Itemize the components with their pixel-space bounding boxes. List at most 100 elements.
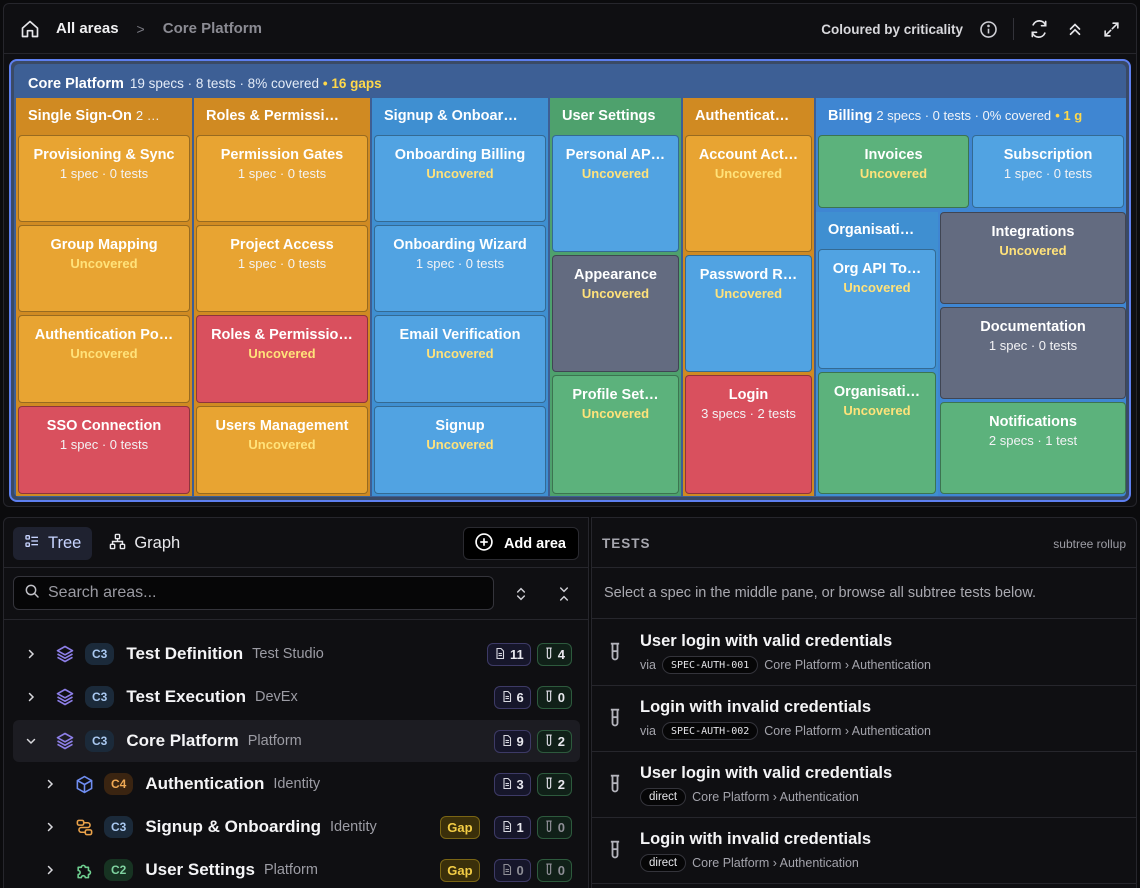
chevron-right-icon[interactable] <box>23 689 39 705</box>
tile-status: Uncovered <box>248 437 316 452</box>
tile-subscription[interactable]: Subscription 1 spec · 0 tests <box>972 135 1124 208</box>
tree-row-signup-onboarding[interactable]: C3 Signup & Onboarding Identity Gap 1 0 <box>13 806 580 848</box>
group-organisation[interactable]: Organisati… Org API To… Uncovered Organis… <box>816 212 938 496</box>
tree-row-user-settings[interactable]: C2 User Settings Platform Gap 0 0 <box>13 849 580 888</box>
search-input[interactable] <box>48 584 468 602</box>
test-title: User login with valid credentials <box>640 764 893 782</box>
chevron-right-icon[interactable] <box>42 819 58 835</box>
collapse-up-icon[interactable] <box>1064 18 1086 40</box>
home-icon[interactable] <box>20 19 40 39</box>
expand-all-icon[interactable] <box>511 584 531 604</box>
test-item[interactable]: Login with invalid credentials direct Co… <box>592 818 1136 884</box>
via-label: via <box>640 724 656 738</box>
test-tube-icon <box>544 776 554 793</box>
treemap-stats: 19 specs · 8 tests · 8% covered <box>129 76 319 91</box>
tile-name: Roles & Permissio… <box>211 327 353 343</box>
tile-name: Notifications <box>989 414 1077 430</box>
search-box[interactable] <box>13 576 494 610</box>
tile-appearance[interactable]: Appearance Uncovered <box>552 255 679 372</box>
group-user-settings[interactable]: User Settings Personal AP… Uncovered Appe… <box>550 98 681 496</box>
tile-password-reset[interactable]: Password R… Uncovered <box>685 255 812 372</box>
group-title: Organisati… <box>828 222 915 238</box>
refresh-icon[interactable] <box>1028 18 1050 40</box>
tile-integrations[interactable]: Integrations Uncovered <box>940 212 1126 304</box>
breadcrumb: All areas > Core Platform <box>20 19 262 39</box>
chevron-right-icon[interactable] <box>23 646 39 662</box>
tile-provisioning-sync[interactable]: Provisioning & Sync 1 spec · 0 tests <box>18 135 190 222</box>
tile-authentication-policy[interactable]: Authentication Po… Uncovered <box>18 315 190 403</box>
tile-account-activation[interactable]: Account Act… Uncovered <box>685 135 812 252</box>
tile-name: Organisati… <box>833 384 921 400</box>
info-icon[interactable] <box>977 18 999 40</box>
tab-tree[interactable]: Tree <box>13 527 93 560</box>
chevron-right-icon[interactable] <box>42 776 58 792</box>
tile-name: Onboarding Wizard <box>393 237 527 253</box>
expand-icon[interactable] <box>1100 18 1122 40</box>
test-meta: via SPEC-AUTH-002 Core Platform › Authen… <box>640 722 931 740</box>
tile-permission-gates[interactable]: Permission Gates 1 spec · 0 tests <box>196 135 368 222</box>
group-roles-permissions[interactable]: Roles & Permissi… Permission Gates 1 spec… <box>194 98 370 496</box>
tile-email-verification[interactable]: Email Verification Uncovered <box>374 315 546 403</box>
area-name: Core Platform <box>126 731 239 750</box>
tile-profile-settings[interactable]: Profile Set… Uncovered <box>552 375 679 494</box>
row-badges: Gap 1 0 <box>440 816 572 839</box>
breadcrumb-all-areas[interactable]: All areas <box>56 20 119 37</box>
spec-id-pill[interactable]: SPEC-AUTH-001 <box>661 656 759 674</box>
tile-name: Appearance <box>573 267 657 283</box>
chevron-down-icon[interactable] <box>23 733 39 749</box>
tile-organisation-settings[interactable]: Organisati… Uncovered <box>818 372 936 494</box>
tree-row-test-definition[interactable]: C3 Test Definition Test Studio 11 4 <box>13 633 580 675</box>
search-icon <box>24 583 40 604</box>
tile-org-api-tokens[interactable]: Org API To… Uncovered <box>818 249 936 369</box>
group-title: Authenticat… <box>695 108 790 124</box>
tests-title: TESTS <box>602 536 651 551</box>
cube-icon <box>74 774 94 794</box>
area-team: Test Studio <box>252 646 324 662</box>
tree-row-test-execution[interactable]: C3 Test Execution DevEx 6 0 <box>13 676 580 718</box>
tile-onboarding-wizard[interactable]: Onboarding Wizard 1 spec · 0 tests <box>374 225 546 312</box>
collapse-all-icon[interactable] <box>554 584 574 604</box>
test-path: Core Platform › Authentication <box>764 658 932 672</box>
tab-graph[interactable]: Graph <box>98 527 191 560</box>
group-authentication[interactable]: Authenticat… Account Act… Uncovered Passw… <box>683 98 814 496</box>
spec-id-pill[interactable]: SPEC-AUTH-002 <box>661 722 759 740</box>
tree-row-core-platform[interactable]: C3 Core Platform Platform 9 2 <box>13 720 580 762</box>
chevron-right-icon[interactable] <box>42 862 58 878</box>
test-item[interactable]: Login with invalid credentials via SPEC-… <box>592 686 1136 752</box>
test-title: Login with invalid credentials <box>640 830 872 848</box>
test-item[interactable]: User login with valid credentials direct… <box>592 752 1136 818</box>
tile-notifications[interactable]: Notifications 2 specs · 1 test <box>940 402 1126 494</box>
tile-name: Subscription <box>1003 147 1093 163</box>
area-team: Platform <box>247 733 302 749</box>
tile-name: Org API To… <box>832 261 922 277</box>
tile-stats: 3 specs · 2 tests <box>701 406 796 421</box>
spec-count: 11 <box>510 647 524 662</box>
tile-project-access[interactable]: Project Access 1 spec · 0 tests <box>196 225 368 312</box>
tests-hint: Select a spec in the middle pane, or bro… <box>592 568 1136 619</box>
tile-roles-permissions[interactable]: Roles & Permissio… Uncovered <box>196 315 368 403</box>
group-signup-onboarding[interactable]: Signup & Onboar… Onboarding Billing Uncov… <box>372 98 548 496</box>
spec-count: 3 <box>516 777 524 792</box>
tile-group-mapping[interactable]: Group Mapping Uncovered <box>18 225 190 312</box>
test-item[interactable]: User login with valid credentials via SP… <box>592 620 1136 686</box>
tile-signup[interactable]: Signup Uncovered <box>374 406 546 494</box>
breadcrumb-current: Core Platform <box>162 20 262 37</box>
layers-icon <box>55 731 75 751</box>
tile-personal-api[interactable]: Personal AP… Uncovered <box>552 135 679 252</box>
tile-sso-connection[interactable]: SSO Connection 1 spec · 0 tests <box>18 406 190 494</box>
add-area-button[interactable]: Add area <box>462 527 579 560</box>
tile-users-management[interactable]: Users Management Uncovered <box>196 406 368 494</box>
tile-name: Provisioning & Sync <box>33 147 175 163</box>
tile-login[interactable]: Login 3 specs · 2 tests <box>685 375 812 494</box>
tile-onboarding-billing[interactable]: Onboarding Billing Uncovered <box>374 135 546 222</box>
group-single-sign-on[interactable]: Single Sign-On 2 … Provisioning & Sync 1 s… <box>16 98 192 496</box>
subtree-rollup-label: subtree rollup <box>1053 537 1126 551</box>
tree-row-authentication[interactable]: C4 Authentication Identity 3 2 <box>13 763 580 805</box>
tile-invoices[interactable]: Invoices Uncovered <box>818 135 969 208</box>
gap-badge: Gap <box>440 859 480 882</box>
tile-stats: 2 specs · 1 test <box>988 433 1078 448</box>
group-stats: 2 specs · 0 tests · 0% covered <box>876 108 1052 123</box>
tile-documentation[interactable]: Documentation 1 spec · 0 tests <box>940 307 1126 399</box>
area-team: Identity <box>273 776 321 792</box>
treemap-core-platform[interactable]: Core Platform 19 specs · 8 tests · 8% cov… <box>14 64 1126 497</box>
